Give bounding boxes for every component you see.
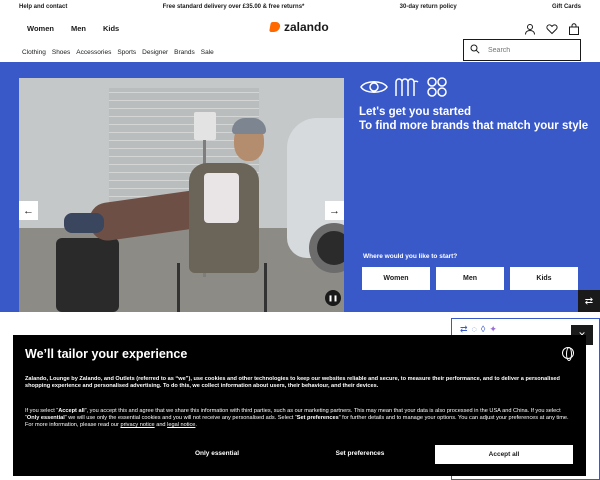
header-icons [524,22,580,35]
search-input[interactable] [488,46,568,54]
zalando-logo[interactable]: zalando [269,20,329,34]
tab-women[interactable]: Women [27,24,54,33]
accept-all-button[interactable]: Accept all [435,445,573,464]
hero-title-line1: Let's get you started [359,106,472,118]
user-icon[interactable] [524,22,536,35]
sparkle-icon: ✦ [489,324,497,334]
hero-title-line2: To find more brands that match your styl… [359,120,589,132]
brand-icons [360,76,448,98]
switch-icon: ⇄ [460,324,468,334]
hero-men-button[interactable]: Men [436,267,504,290]
globe-icon[interactable] [562,347,574,361]
cookie-title: We’ll tailor your experience [25,347,188,361]
hero-banner: ← → ❚❚ Let's get you started To find mor… [0,62,600,312]
hero-buttons: Women Men Kids [362,267,578,290]
cookie-only-essential-term: Only essential [26,415,65,421]
nav-sports[interactable]: Sports [117,49,136,56]
nav-shoes[interactable]: Shoes [52,49,70,56]
brand-wave-icon [395,78,419,96]
tab-men[interactable]: Men [71,24,86,33]
category-nav: Clothing Shoes Accessories Sports Design… [0,39,600,62]
photo-shoes [64,213,104,233]
photo-suitcase [56,238,119,312]
hero-kids-button[interactable]: Kids [510,267,578,290]
hero-photo: ← → ❚❚ [19,78,344,312]
arrow-right-icon: → [329,204,340,217]
cookie-accept-all-term: Accept all [58,408,85,414]
brand-switch-icon: ⇄ [584,295,594,307]
nav-designer[interactable]: Designer [142,49,168,56]
cookie-set-preferences-term: Set preferences [296,415,339,421]
arrow-left-icon: ← [23,204,34,217]
delivery-banner[interactable]: Free standard delivery over £35.00 & fre… [163,4,305,10]
photo-shirt [204,173,239,223]
gift-cards-link[interactable]: Gift Cards [552,4,581,10]
legal-notice-link[interactable]: legal notice [167,422,195,428]
bag-icon[interactable] [568,22,580,35]
nav-brands[interactable]: Brands [174,49,195,56]
popup-icons: ⇄ ◌ ◊ ✦ [460,324,497,335]
cookie-detail-text: If you select “ [25,408,59,414]
search-box[interactable] [463,39,581,61]
nav-accessories[interactable]: Accessories [76,49,111,56]
drop-icon: ◊ [480,324,486,334]
help-link[interactable]: Help and contact [19,4,67,10]
privacy-notice-link[interactable]: privacy notice [120,422,154,428]
nav-sale[interactable]: Sale [201,49,214,56]
carousel-next-button[interactable]: → [325,201,344,220]
cookie-banner: We’ll tailor your experience Zalando, Lo… [13,335,586,476]
tab-kids[interactable]: Kids [103,24,119,33]
cookie-detail-text: and [154,422,168,428]
cookie-intro: Zalando, Lounge by Zalando, and Outlets … [25,376,560,389]
cookie-detail-text: . [195,422,197,428]
dots-grid-icon [427,77,447,97]
heart-icon[interactable] [546,22,558,35]
main-header: Women Men Kids zalando [0,14,600,42]
top-utility-bar: Help and contact Free standard delivery … [0,0,600,14]
nav-clothing[interactable]: Clothing [22,49,46,56]
zalando-logo-mark [269,22,281,32]
only-essential-button[interactable]: Only essential [154,450,280,457]
brand-switch-button[interactable]: ⇄ [578,290,600,312]
photo-sign [194,112,216,140]
cookie-detail-text: ” we will use only the essential cookies… [64,415,297,421]
hero-title: Let's get you started To find more brand… [359,105,589,133]
cookie-detail: If you select “Accept all”, you accept t… [25,408,570,429]
eye-icon [360,81,388,93]
photo-beanie [232,118,266,134]
returns-link[interactable]: 30-day return policy [400,4,457,10]
search-icon [470,44,480,56]
hero-women-button[interactable]: Women [362,267,430,290]
carousel-prev-button[interactable]: ← [19,201,38,220]
set-preferences-button[interactable]: Set preferences [280,450,440,457]
hero-question: Where would you like to start? [363,253,458,260]
gender-tabs: Women Men Kids [27,24,119,33]
cookie-buttons: Only essential Set preferences Accept al… [154,445,573,464]
bulb-icon: ◌ [471,324,477,334]
logo-text: zalando [284,20,329,34]
pause-icon: ❚❚ [327,295,339,302]
pause-button[interactable]: ❚❚ [325,290,341,306]
